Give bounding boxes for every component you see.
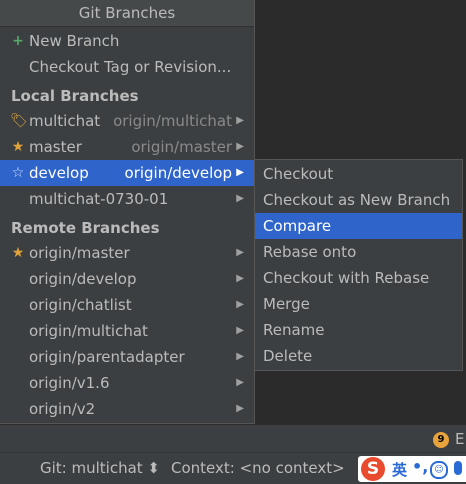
local-branch-develop[interactable]: ☆ develop origin/develop ▶ xyxy=(0,160,254,186)
chevron-right-icon: ▶ xyxy=(236,141,244,152)
local-branch-master[interactable]: ★ master origin/master ▶ xyxy=(0,134,254,160)
new-branch-label: New Branch xyxy=(29,32,120,50)
star-icon: ★ xyxy=(11,139,25,155)
chevron-right-icon: ▶ xyxy=(236,193,244,204)
tracking-branch: origin/multichat xyxy=(113,112,232,130)
remote-branch-origin-chatlist[interactable]: origin/chatlist ▶ xyxy=(0,292,254,318)
chevron-right-icon: ▶ xyxy=(236,247,244,258)
ime-punctuation-toggle[interactable]: •, xyxy=(412,457,428,476)
event-log-badge[interactable]: 9 xyxy=(433,432,449,448)
plus-icon: + xyxy=(12,33,24,49)
chevron-right-icon: ▶ xyxy=(236,167,244,178)
remote-branch-origin-multichat[interactable]: origin/multichat ▶ xyxy=(0,318,254,344)
branch-name: origin/chatlist xyxy=(29,296,132,314)
sogou-logo-icon[interactable]: S xyxy=(361,457,385,481)
branch-name: master xyxy=(29,138,82,156)
context-widget[interactable]: Context: <no context> xyxy=(171,459,345,477)
tool-window-bar: 9 E xyxy=(0,424,466,453)
remote-branch-origin-v2[interactable]: origin/v2 ▶ xyxy=(0,396,254,422)
chevron-right-icon: ▶ xyxy=(236,377,244,388)
event-log-label[interactable]: E xyxy=(455,430,464,448)
tracking-branch: origin/develop xyxy=(124,164,232,182)
microphone-icon[interactable] xyxy=(454,461,462,475)
checkout-tag-item[interactable]: Checkout Tag or Revision... xyxy=(0,54,254,80)
status-bar: Git: multichat ⬍ Context: <no context> S… xyxy=(0,452,466,484)
remote-branch-origin-develop[interactable]: origin/develop ▶ xyxy=(0,266,254,292)
rebase-onto-item[interactable]: Rebase onto xyxy=(255,239,462,265)
merge-item[interactable]: Merge xyxy=(255,291,462,317)
remote-branch-origin-parentadapter[interactable]: origin/parentadapter ▶ xyxy=(0,344,254,370)
tag-icon: 🏷 xyxy=(10,113,28,129)
branch-name: origin/develop xyxy=(29,270,137,288)
branch-name: origin/multichat xyxy=(29,322,148,340)
chevron-right-icon: ▶ xyxy=(236,299,244,310)
git-branches-popup: Git Branches + New Branch Checkout Tag o… xyxy=(0,0,255,424)
checkout-with-rebase-item[interactable]: Checkout with Rebase xyxy=(255,265,462,291)
checkout-item[interactable]: Checkout xyxy=(255,161,462,187)
compare-item[interactable]: Compare xyxy=(255,213,462,239)
chevron-right-icon: ▶ xyxy=(236,325,244,336)
git-branch-widget[interactable]: Git: multichat ⬍ xyxy=(40,459,160,477)
tracking-branch: origin/master xyxy=(131,138,232,156)
chevron-right-icon: ▶ xyxy=(236,403,244,414)
remote-branch-origin-master[interactable]: ★ origin/master ▶ xyxy=(0,240,254,266)
branch-name: origin/master xyxy=(29,244,130,262)
branch-name: multichat xyxy=(29,112,101,130)
branch-name: origin/v2 xyxy=(29,400,96,418)
remote-branches-header: Remote Branches xyxy=(11,219,160,237)
rename-item[interactable]: Rename xyxy=(255,317,462,343)
branch-name: develop xyxy=(29,164,89,182)
local-branches-header: Local Branches xyxy=(11,87,139,105)
checkout-tag-label: Checkout Tag or Revision... xyxy=(29,58,232,76)
chevron-right-icon: ▶ xyxy=(236,115,244,126)
chevron-right-icon: ▶ xyxy=(236,273,244,284)
remote-branch-origin-v1-6[interactable]: origin/v1.6 ▶ xyxy=(0,370,254,396)
branch-name: origin/v1.6 xyxy=(29,374,110,392)
chevron-right-icon: ▶ xyxy=(236,351,244,362)
new-branch-item[interactable]: + New Branch xyxy=(0,28,254,54)
ime-language-toggle[interactable]: 英 xyxy=(392,459,407,480)
emoji-icon[interactable]: ☺ xyxy=(430,461,448,479)
checkout-as-new-branch-item[interactable]: Checkout as New Branch xyxy=(255,187,462,213)
branch-actions-submenu: Checkout Checkout as New Branch Compare … xyxy=(254,159,463,371)
star-icon: ★ xyxy=(11,245,25,261)
delete-item[interactable]: Delete xyxy=(255,343,462,369)
popup-title: Git Branches xyxy=(0,0,254,27)
local-branch-multichat[interactable]: 🏷 multichat origin/multichat ▶ xyxy=(0,108,254,134)
branch-name: origin/parentadapter xyxy=(29,348,185,366)
ime-toolbar: S 英 •, ☺ xyxy=(358,456,466,482)
star-outline-icon: ☆ xyxy=(11,165,25,181)
local-branch-multichat-0730-01[interactable]: multichat-0730-01 ▶ xyxy=(0,186,254,212)
branch-name: multichat-0730-01 xyxy=(29,190,169,208)
